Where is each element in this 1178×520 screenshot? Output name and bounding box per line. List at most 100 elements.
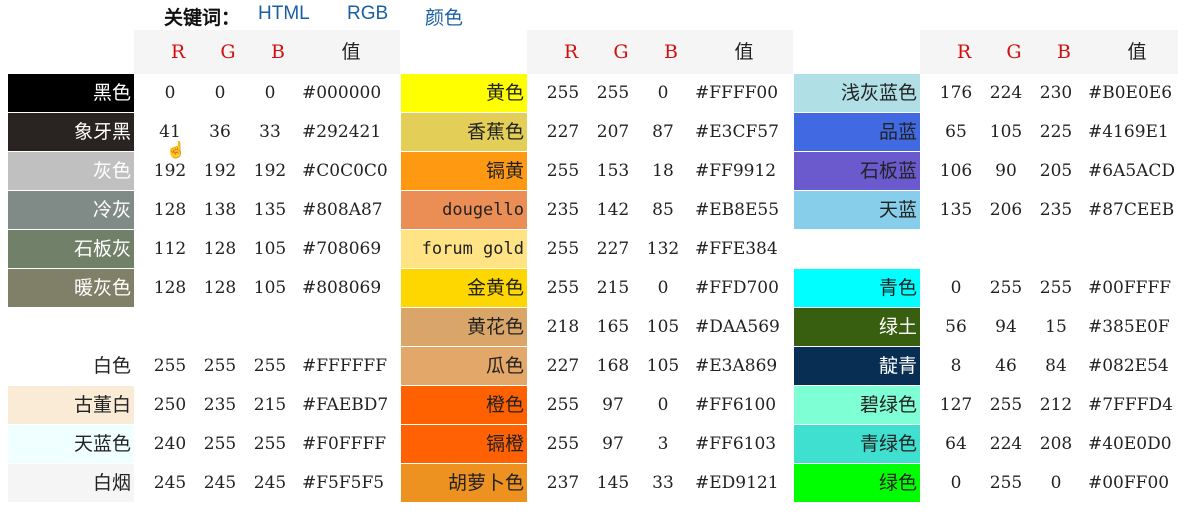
color-swatch: 古董白 <box>8 386 134 424</box>
green-value: 97 <box>602 434 624 454</box>
red-value: 255 <box>546 161 580 181</box>
hex-value: #808A87 <box>302 200 383 220</box>
blue-value: 18 <box>652 161 674 181</box>
color-row: 天蓝 135 206 235 #87CEEB <box>794 191 1178 230</box>
color-row: 青绿色 64 224 208 #40E0D0 <box>794 425 1178 464</box>
header-blank <box>401 30 527 74</box>
hex-value: #FAEBD7 <box>302 395 389 415</box>
color-table-panel-3: R G B 值浅灰蓝色 176 224 230 #B0E0E6 品蓝 65 105 225 #4169E… <box>794 30 1178 520</box>
color-row: 绿土 56 94 15 #385E0F <box>794 308 1178 347</box>
hex-value: #7FFFD4 <box>1088 395 1173 415</box>
keyword-link-html[interactable]: HTML <box>258 3 310 25</box>
header-blank <box>794 30 920 74</box>
red-value: 8 <box>950 356 962 376</box>
red-value: 255 <box>546 239 580 259</box>
color-swatch: 绿色 <box>794 464 920 502</box>
hex-value: #C0C0C0 <box>302 161 388 181</box>
color-swatch: 象牙黑 <box>8 113 134 151</box>
color-row: forum gold 255 227 132 #FFE384 <box>401 230 793 269</box>
hex-value: #E3CF57 <box>695 122 779 142</box>
blue-value: 105 <box>646 317 680 337</box>
color-row: 黑色 0 0 0 #000000 <box>8 74 400 113</box>
keyword-link-rgb[interactable]: RGB <box>347 3 388 25</box>
hex-value: #292421 <box>302 122 382 142</box>
color-row: 浅灰蓝色 176 224 230 #B0E0E6 <box>794 74 1178 113</box>
color-row: 白烟 245 245 245 #F5F5F5 <box>8 464 400 503</box>
red-value: 255 <box>546 278 580 298</box>
color-row: 青色 0 255 255 #00FFFF <box>794 269 1178 308</box>
color-row: 石板蓝 106 90 205 #6A5ACD <box>794 152 1178 191</box>
color-swatch: 天蓝色 <box>8 425 134 463</box>
red-value: 106 <box>939 161 973 181</box>
color-row: 黄花色 218 165 105 #DAA569 <box>401 308 793 347</box>
color-row: 品蓝 65 105 225 #4169E1 <box>794 113 1178 152</box>
green-value: 206 <box>989 200 1023 220</box>
blue-value: 255 <box>253 356 287 376</box>
red-value: 227 <box>546 122 580 142</box>
color-swatch: 瓜色 <box>401 347 527 385</box>
color-swatch: 黑色 <box>8 74 134 112</box>
blue-value: 0 <box>657 278 669 298</box>
hex-value: #ED9121 <box>695 473 779 493</box>
green-value: 36 <box>209 122 231 142</box>
red-value: 255 <box>153 356 187 376</box>
green-value: 245 <box>203 473 237 493</box>
color-swatch: 黄色 <box>401 74 527 112</box>
hex-value: #B0E0E6 <box>1088 83 1173 103</box>
color-swatch: 暖灰色 <box>8 269 134 307</box>
color-swatch: 灰色 <box>8 152 134 190</box>
color-row: dougello 235 142 85 #EB8E55 <box>401 191 793 230</box>
blue-value: 235 <box>1039 200 1073 220</box>
green-value: 94 <box>995 317 1017 337</box>
header-b: B <box>271 41 285 63</box>
hex-value: #FFFFFF <box>302 356 388 376</box>
color-row: 黄色 255 255 0 #FFFF00 <box>401 74 793 113</box>
red-value: 0 <box>950 278 962 298</box>
color-row: 绿色 0 255 0 #00FF00 <box>794 464 1178 503</box>
green-value: 153 <box>596 161 630 181</box>
table-header: RGB值 <box>401 30 793 74</box>
red-value: 56 <box>945 317 967 337</box>
green-value: 224 <box>989 83 1023 103</box>
color-row: 橙色 255 97 0 #FF6100 <box>401 386 793 425</box>
hex-value: #708069 <box>302 239 382 259</box>
color-swatch: 香蕉色 <box>401 113 527 151</box>
blue-value: 0 <box>657 83 669 103</box>
color-row: 象牙黑 41 36 33 #292421 <box>8 113 400 152</box>
color-swatch: 碧绿色 <box>794 386 920 424</box>
blue-value: 192 <box>253 161 287 181</box>
blue-value: 230 <box>1039 83 1073 103</box>
red-value: 128 <box>153 278 187 298</box>
color-swatch: 胡萝卜色 <box>401 464 527 502</box>
hex-value: #000000 <box>302 83 382 103</box>
red-value: 245 <box>153 473 187 493</box>
color-swatch: 天蓝 <box>794 191 920 229</box>
red-value: 235 <box>546 200 580 220</box>
keyword-link-color[interactable]: 颜色 <box>425 3 463 30</box>
blue-value: 255 <box>253 434 287 454</box>
red-value: 255 <box>546 395 580 415</box>
color-swatch: 镉黄 <box>401 152 527 190</box>
header-g: G <box>1006 41 1022 63</box>
color-row: 天蓝色 240 255 255 #F0FFFF <box>8 425 400 464</box>
hex-value: #FFD700 <box>695 278 779 298</box>
blue-value: 225 <box>1039 122 1073 142</box>
header-r: R <box>170 41 186 63</box>
color-row: 胡萝卜色 237 145 33 #ED9121 <box>401 464 793 503</box>
blue-value: 105 <box>646 356 680 376</box>
keyword-bar: 关键词： HTML RGB 颜色 <box>0 0 1178 30</box>
red-value: 255 <box>546 83 580 103</box>
color-row: 暖灰色 128 128 105 #808069 <box>8 269 400 308</box>
blue-value: 84 <box>1045 356 1067 376</box>
color-swatch: 浅灰蓝色 <box>794 74 920 112</box>
red-value: 0 <box>164 83 176 103</box>
color-row: 白色 255 255 255 #FFFFFF <box>8 347 400 386</box>
color-swatch: 冷灰 <box>8 191 134 229</box>
header-g: G <box>613 41 629 63</box>
color-swatch: 绿土 <box>794 308 920 346</box>
green-value: 105 <box>989 122 1023 142</box>
color-row: 金黄色 255 215 0 #FFD700 <box>401 269 793 308</box>
blue-value: 205 <box>1039 161 1073 181</box>
green-value: 224 <box>989 434 1023 454</box>
hex-value: #385E0F <box>1088 317 1170 337</box>
